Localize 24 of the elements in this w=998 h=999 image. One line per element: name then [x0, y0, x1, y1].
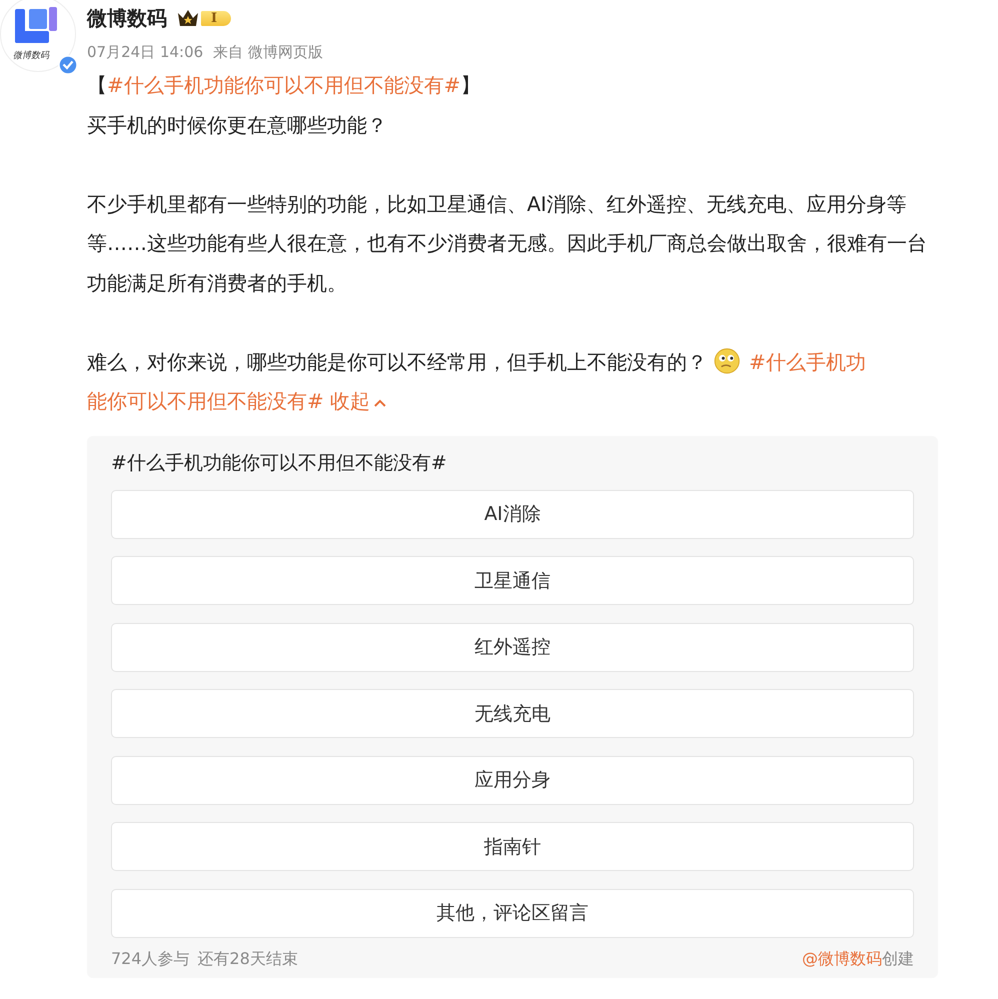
avatar-label: 微博数码: [13, 50, 49, 62]
thinking-emoji-icon: [713, 346, 741, 374]
created-label: 创建: [882, 949, 914, 968]
post-text: 】: [460, 73, 481, 97]
post-text: 不少手机里都有一些特别的功能，比如卫星通信、AI消除、红外遥控、无线充电、应用分身等等……这些功能有些人很在意，也有不少消费者无感。因此手机厂商总会做出取舍，很难有一台功能满足所有消费者的手机。: [87, 192, 927, 294]
caret-icon: [372, 398, 387, 408]
author-name[interactable]: 微博数码: [87, 4, 167, 32]
poll-option[interactable]: 红外遥控: [111, 622, 914, 672]
post-source: 来自 微博网页版: [213, 42, 323, 62]
post-text: 难么，对你来说，哪些功能是你可以不经常用，但手机上不能没有的？: [87, 350, 707, 374]
member-badge[interactable]: I: [177, 9, 232, 27]
poll-option[interactable]: 其他，评论区留言: [111, 888, 914, 938]
poll-title: #什么手机功能你可以不用但不能没有#: [111, 450, 448, 476]
post-text: 买手机的时候你更在意哪些功能？: [87, 112, 387, 136]
poll-option[interactable]: 无线充电: [111, 689, 914, 738]
avatar[interactable]: 微博数码: [0, 0, 76, 72]
poll-option[interactable]: AI消除: [111, 490, 914, 538]
crown-icon: [177, 9, 199, 27]
poll-option[interactable]: 指南针: [111, 822, 914, 871]
time-remaining: 还有28天结束: [198, 949, 298, 970]
poll-option[interactable]: 应用分身: [111, 756, 914, 804]
post-text: 【: [87, 73, 107, 97]
participant-count: 724人参与: [111, 949, 190, 970]
poll-option[interactable]: 卫星通信: [111, 556, 914, 605]
